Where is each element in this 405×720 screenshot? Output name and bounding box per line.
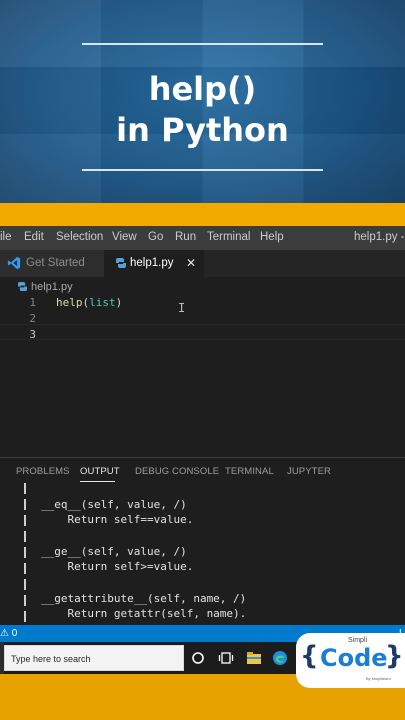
tab-label: help1.py bbox=[130, 257, 174, 269]
tab-label: Get Started bbox=[26, 257, 85, 269]
vscode-window: ile Edit Selection View Go Run Terminal … bbox=[0, 226, 405, 674]
output-gutter-bar bbox=[24, 531, 26, 542]
problems-count[interactable]: ⚠ 0 bbox=[0, 628, 17, 639]
logo-left-brace: { bbox=[300, 641, 319, 671]
code-paren: ) bbox=[115, 296, 123, 309]
cortana-icon[interactable] bbox=[190, 650, 206, 666]
breadcrumb-file[interactable]: help1.py bbox=[31, 281, 73, 293]
menu-view[interactable]: View bbox=[112, 231, 137, 243]
line-number: 3 bbox=[29, 328, 36, 341]
frame-top-bar bbox=[0, 203, 405, 226]
active-tab-indicator bbox=[80, 481, 115, 482]
menu-help[interactable]: Help bbox=[260, 231, 284, 243]
tab-help1-py[interactable]: help1.py ✕ bbox=[104, 250, 204, 277]
code-line-1[interactable]: help(list) bbox=[56, 296, 122, 309]
edge-browser-icon[interactable] bbox=[272, 650, 288, 666]
menu-bar: ile Edit Selection View Go Run Terminal … bbox=[0, 226, 405, 250]
menu-run[interactable]: Run bbox=[175, 231, 196, 243]
menu-selection[interactable]: Selection bbox=[56, 231, 103, 243]
menu-go[interactable]: Go bbox=[148, 231, 163, 243]
output-line: __getattribute__(self, name, /) bbox=[41, 592, 247, 605]
window-title: help1.py - V bbox=[354, 231, 405, 243]
tab-output[interactable]: OUTPUT bbox=[80, 466, 120, 477]
banner-title-line2: in Python bbox=[116, 111, 289, 149]
editor-tab-bar: Get Started help1.py ✕ bbox=[0, 250, 405, 277]
logo-by-text: By simplilearn bbox=[366, 676, 391, 681]
logo-code-text: Code bbox=[320, 644, 388, 672]
output-gutter-bar bbox=[24, 483, 26, 494]
file-explorer-icon[interactable] bbox=[246, 650, 262, 666]
output-gutter-bar bbox=[24, 595, 26, 606]
output-line: Return self==value. bbox=[41, 513, 194, 526]
output-gutter-bar bbox=[24, 579, 26, 590]
code-function: help bbox=[56, 296, 83, 309]
tab-get-started[interactable]: Get Started bbox=[0, 250, 104, 277]
output-line: Return self>=value. bbox=[41, 560, 194, 573]
output-panel[interactable]: __eq__(self, value, /) Return self==valu… bbox=[0, 483, 405, 625]
tab-debug-console[interactable]: DEBUG CONSOLE bbox=[135, 466, 219, 477]
video-banner: help() in Python bbox=[0, 0, 405, 203]
search-input[interactable] bbox=[11, 652, 181, 666]
banner-bottom-rule bbox=[82, 169, 323, 171]
code-argument: list bbox=[89, 296, 116, 309]
tab-problems[interactable]: PROBLEMS bbox=[16, 466, 70, 477]
task-view-icon[interactable] bbox=[218, 650, 234, 666]
close-icon[interactable]: ✕ bbox=[186, 256, 196, 270]
line-number: 2 bbox=[29, 312, 36, 325]
output-gutter-bar bbox=[24, 611, 26, 622]
tab-jupyter[interactable]: JUPYTER bbox=[287, 466, 331, 477]
output-gutter-bar bbox=[24, 563, 26, 574]
logo-right-brace: } bbox=[385, 641, 404, 671]
breadcrumb: help1.py bbox=[0, 277, 405, 297]
output-line: Return getattr(self, name). bbox=[41, 607, 247, 620]
menu-edit[interactable]: Edit bbox=[24, 231, 44, 243]
output-gutter-bar bbox=[24, 499, 26, 510]
current-line-highlight bbox=[0, 324, 405, 340]
text-cursor-icon: I bbox=[178, 301, 186, 315]
python-file-icon bbox=[18, 282, 27, 291]
panel-tab-bar: PROBLEMS OUTPUT DEBUG CONSOLE TERMINAL J… bbox=[0, 457, 405, 483]
taskbar-search-box[interactable] bbox=[4, 645, 184, 671]
output-gutter-bar bbox=[24, 547, 26, 558]
output-line: __ge__(self, value, /) bbox=[41, 545, 187, 558]
simplicode-logo: Simpli { Code } By simplilearn bbox=[296, 633, 405, 688]
output-line: __eq__(self, value, /) bbox=[41, 498, 187, 511]
output-gutter-bar bbox=[24, 515, 26, 526]
banner-top-rule bbox=[82, 43, 323, 45]
menu-file[interactable]: ile bbox=[0, 231, 12, 243]
code-editor[interactable]: 1 help(list) 2 3 I bbox=[0, 296, 405, 457]
logo-simpli-text: Simpli bbox=[348, 637, 368, 644]
line-number: 1 bbox=[29, 296, 36, 309]
tab-terminal[interactable]: TERMINAL bbox=[225, 466, 274, 477]
vscode-icon bbox=[7, 256, 21, 270]
banner-title-line1: help() bbox=[148, 70, 257, 108]
menu-terminal[interactable]: Terminal bbox=[207, 231, 250, 243]
python-file-icon bbox=[116, 258, 126, 268]
